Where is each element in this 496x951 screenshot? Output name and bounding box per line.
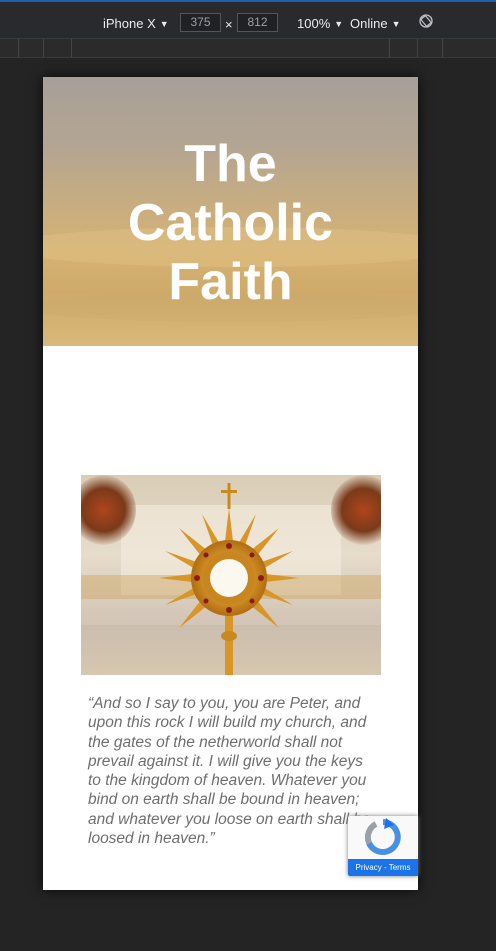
chevron-down-icon: ▼ [159,19,169,29]
device-viewport: The Catholic Faith “And so I say to you,… [43,77,418,890]
recaptcha-links: Privacy - Terms [348,859,418,876]
title-line: Faith [168,253,293,311]
network-throttle-select[interactable]: Online ▼ [350,16,401,31]
hero-banner: The Catholic Faith [43,77,418,346]
zoom-select[interactable]: 100% ▼ [297,16,343,31]
width-input[interactable]: 375 [180,13,221,32]
link-separator: - [381,863,389,872]
network-value: Online [350,16,388,31]
height-input[interactable]: 812 [237,13,278,32]
title-line: The [184,135,277,193]
ruler-segment [72,39,390,57]
scripture-quote: “And so I say to you, you are Peter, and… [88,695,371,848]
ruler-segment [44,39,72,57]
rotate-icon[interactable] [419,14,433,31]
ruler-segment [418,39,443,57]
recaptcha-badge[interactable]: Privacy - Terms [348,816,418,876]
media-query-bar [0,38,496,58]
terms-link[interactable]: Terms [389,863,411,872]
privacy-link[interactable]: Privacy [356,863,382,872]
device-select[interactable]: iPhone X ▼ [103,16,169,31]
chevron-down-icon: ▼ [334,19,344,29]
ruler-segment [0,39,19,57]
chevron-down-icon: ▼ [391,19,401,29]
monstrance-icon [159,483,299,675]
device-name: iPhone X [103,16,156,31]
title-line: Catholic [127,194,334,252]
recaptcha-icon [364,818,401,855]
zoom-value: 100% [297,16,331,31]
monstrance-photo [81,475,381,675]
ruler-segment [443,39,496,57]
device-toolbar: iPhone X ▼ 375 × 812 100% ▼ Online ▼ [0,2,496,38]
ruler-segment [19,39,44,57]
dimension-separator: × [225,17,233,32]
page-title: The Catholic Faith [43,135,418,312]
ruler-segment [390,39,418,57]
